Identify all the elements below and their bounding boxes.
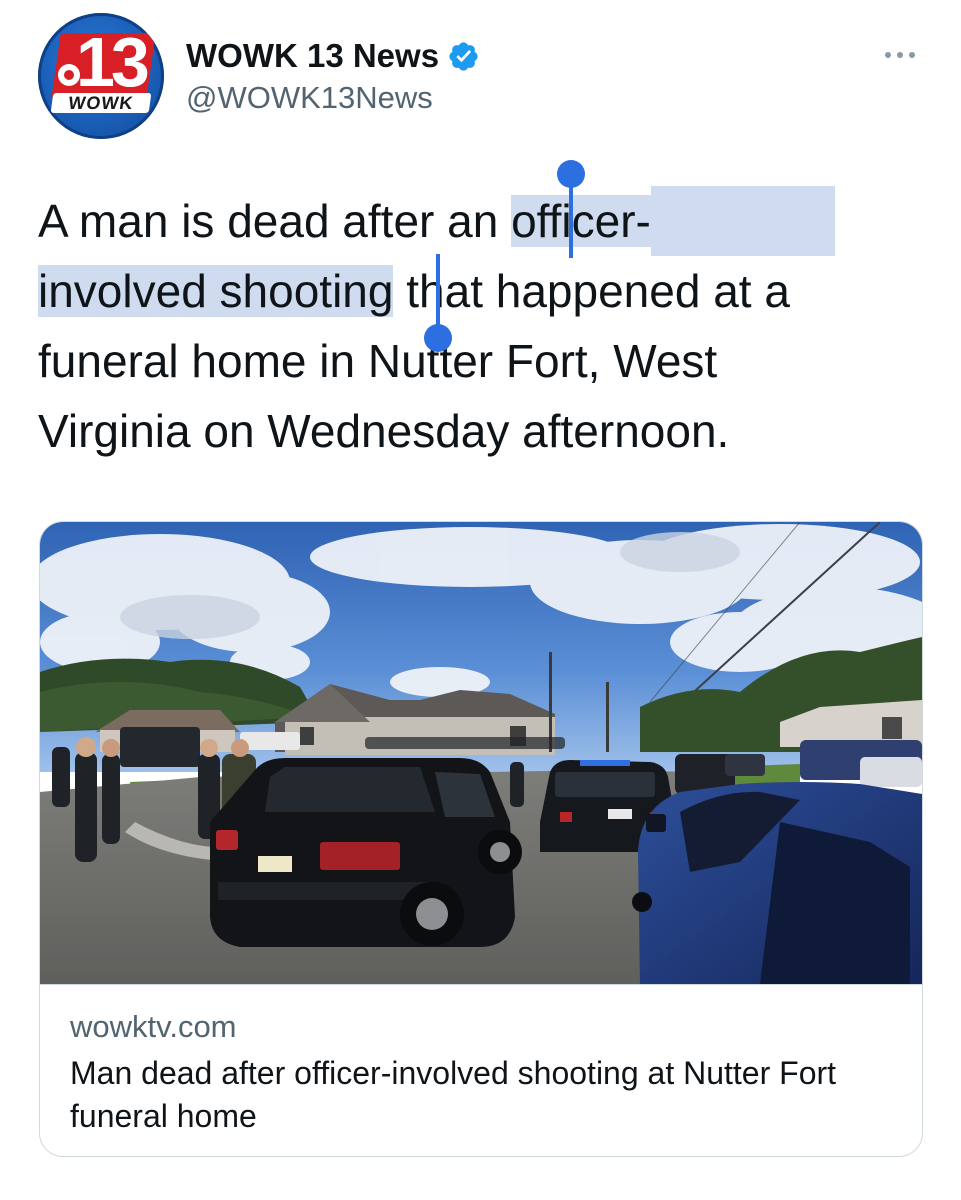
station-name: WOWK (50, 93, 152, 113)
selection-highlight (650, 186, 835, 256)
link-preview-card[interactable]: wowktv.com Man dead after officer-involv… (39, 521, 923, 1157)
more-horizontal-icon (885, 52, 891, 58)
cbs-eye-icon (58, 64, 80, 86)
selection-start-handle[interactable] (557, 160, 585, 258)
tweet-text-segment: A man is dead after an (38, 195, 512, 247)
tweet-text-line: Virginia on Wednesday afternoon. (38, 405, 730, 457)
tweet-text-segment: that happened at a (393, 265, 790, 317)
selection-end-handle[interactable] (424, 254, 452, 352)
article-photo (40, 522, 922, 984)
channel-number: 13 (76, 23, 150, 101)
author-name-row[interactable]: WOWK 13 News (186, 32, 480, 80)
tweet-text[interactable]: A man is dead after an officer- involved… (38, 186, 928, 466)
more-horizontal-icon (909, 52, 915, 58)
tweet-text-line: involved shooting that happened at a (38, 256, 928, 326)
selected-text: officer- (511, 195, 651, 247)
selected-text: involved shooting (38, 265, 394, 317)
more-options-button[interactable] (876, 40, 924, 70)
verified-badge-icon (449, 41, 478, 71)
author-handle[interactable]: @WOWK13News (186, 80, 433, 116)
display-name[interactable]: WOWK 13 News (186, 37, 439, 75)
more-horizontal-icon (897, 52, 903, 58)
card-domain: wowktv.com (70, 1009, 237, 1044)
avatar[interactable]: 13 WOWK (38, 13, 164, 139)
tweet-text-line: funeral home in Nutter Fort, West (38, 335, 718, 387)
tweet-text-line: A man is dead after an officer- (38, 186, 928, 256)
card-divider (40, 984, 922, 985)
card-title: Man dead after officer-involved shooting… (70, 1055, 837, 1134)
